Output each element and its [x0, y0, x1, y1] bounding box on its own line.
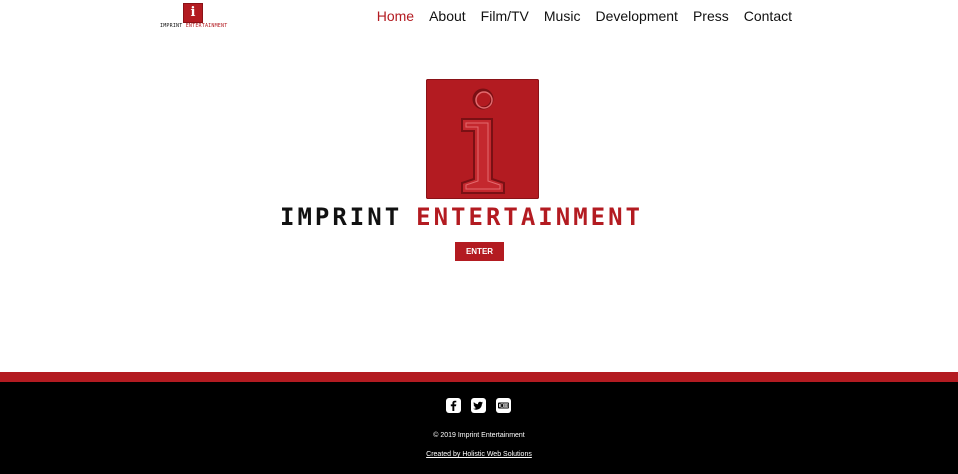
logo-letter: i [190, 5, 196, 20]
hero-title: IMPRINT ENTERTAINMENT [280, 201, 680, 233]
nav-contact[interactable]: Contact [744, 7, 792, 25]
credit-line: Created by Holistic Web Solutions [0, 443, 958, 461]
nav-home[interactable]: Home [377, 7, 414, 25]
twitter-icon[interactable] [471, 398, 486, 413]
hero-logo [426, 79, 539, 199]
hero-title-right: ENTERTAINMENT [416, 203, 643, 231]
logo-wordmark: IMPRINT ENTERTAINMENT [160, 23, 228, 29]
nav-development[interactable]: Development [595, 7, 678, 25]
nav-film-tv[interactable]: Film/TV [481, 7, 529, 25]
site-footer: © 2019 Imprint Entertainment Created by … [0, 382, 958, 474]
imdb-icon[interactable] [496, 398, 511, 413]
header-logo[interactable]: i IMPRINT ENTERTAINMENT [160, 3, 228, 29]
hero-title-left: IMPRINT [280, 203, 403, 231]
main-nav: Home About Film/TV Music Development Pre… [362, 7, 792, 25]
enter-button[interactable]: ENTER [455, 242, 504, 261]
credit-link[interactable]: Created by Holistic Web Solutions [426, 451, 532, 458]
logo-mark: i [183, 3, 203, 23]
nav-press[interactable]: Press [693, 7, 729, 25]
info-i-icon [461, 88, 505, 194]
logo-text-right: ENTERTAINMENT [185, 23, 228, 29]
logo-text-left: IMPRINT [160, 23, 183, 29]
copyright-text: © 2019 Imprint Entertainment [433, 432, 525, 439]
footer-accent-band [0, 372, 958, 382]
site-header: i IMPRINT ENTERTAINMENT Home About Film/… [0, 0, 958, 34]
facebook-icon[interactable] [446, 398, 461, 413]
social-links [446, 398, 511, 413]
nav-about[interactable]: About [429, 7, 466, 25]
nav-music[interactable]: Music [544, 7, 581, 25]
